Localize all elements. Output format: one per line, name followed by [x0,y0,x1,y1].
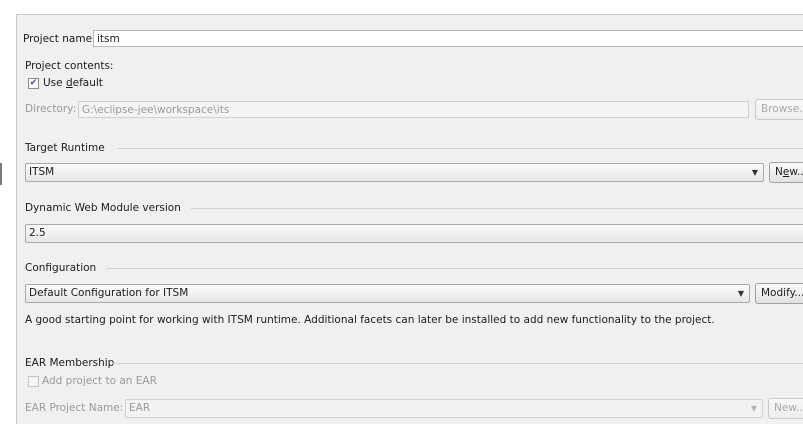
new-web-project-panel: Project name: itsm Project contents: ✔ U… [16,14,803,424]
web-module-divider [191,208,803,209]
configuration-group-label: Configuration [25,262,97,274]
use-default-checkbox[interactable]: ✔ Use default [25,75,225,91]
window-edge-marker [0,163,2,185]
ear-project-name-value: EAR [129,402,151,414]
modify-configuration-button[interactable]: Modify... [755,283,803,304]
web-module-group-label: Dynamic Web Module version [25,202,181,214]
web-module-version-select[interactable]: 2.5 ▼ [25,224,803,243]
new-runtime-button[interactable]: New... [769,162,803,183]
target-runtime-divider [117,148,803,149]
project-name-label: Project name: [23,33,96,45]
ear-membership-divider [113,363,803,364]
add-to-ear-checkbox[interactable]: Add project to an EAR [25,373,225,389]
configuration-select[interactable]: Default Configuration for ITSM ▼ [25,284,750,303]
target-runtime-select[interactable]: ITSM ▼ [25,163,764,182]
project-contents-label: Project contents: [25,60,114,72]
chevron-down-icon[interactable]: ▼ [748,400,760,417]
project-name-input[interactable]: itsm [93,30,803,47]
new-ear-button[interactable]: New... [768,398,803,419]
checkmark-icon: ✔ [29,78,38,88]
ear-project-name-label: EAR Project Name: [25,402,124,414]
directory-input[interactable]: G:\eclipse-jee\workspace\its [78,101,749,118]
add-to-ear-label: Add project to an EAR [42,375,157,387]
directory-label: Directory: [25,103,77,115]
ear-project-name-select[interactable]: EAR ▼ [125,399,763,418]
configuration-divider [107,268,803,269]
chevron-down-icon[interactable]: ▼ [735,285,747,302]
add-to-ear-check-box[interactable] [28,376,39,387]
target-runtime-value: ITSM [29,166,55,178]
configuration-value: Default Configuration for ITSM [29,287,189,299]
configuration-description: A good starting point for working with I… [25,314,715,326]
use-default-label: Use default [43,77,103,89]
ear-membership-group-label: EAR Membership [25,357,115,369]
chevron-down-icon[interactable]: ▼ [749,164,761,181]
browse-button[interactable]: Browse... [755,99,803,120]
target-runtime-group-label: Target Runtime [25,142,105,154]
web-module-version-value: 2.5 [29,227,46,239]
use-default-check-box[interactable]: ✔ [28,78,39,89]
